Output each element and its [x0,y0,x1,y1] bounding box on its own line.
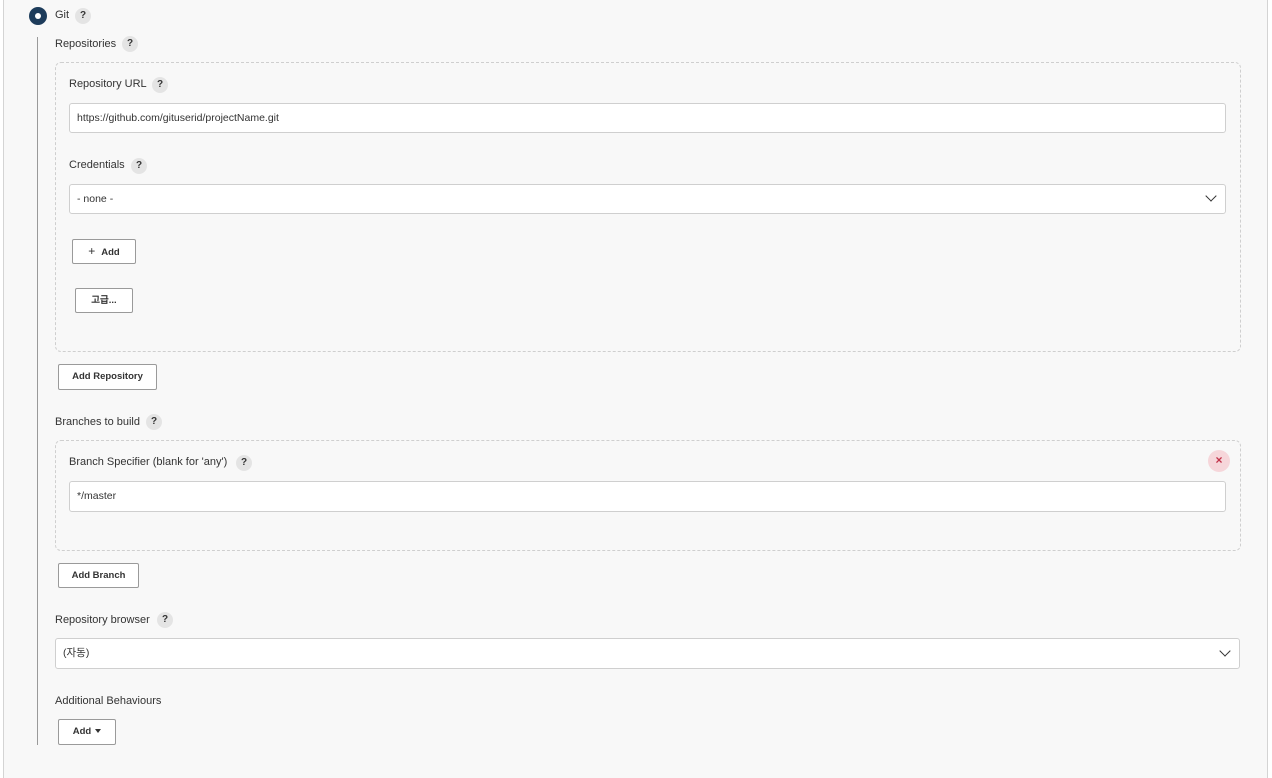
remove-branch-icon[interactable]: × [1208,450,1230,472]
advanced-button[interactable]: 고급... [75,288,133,313]
add-behaviour-label: Add [72,726,92,737]
branch-specifier-input[interactable]: */master [69,481,1226,512]
credentials-select[interactable]: - none - [69,184,1226,214]
repository-browser-help-icon[interactable]: ? [157,612,173,628]
plus-icon: + [88,244,96,258]
repository-browser-value: (자동) [63,647,90,659]
repository-browser-select[interactable]: (자동) [55,638,1240,669]
credentials-help-icon[interactable]: ? [131,158,147,174]
add-behaviour-button[interactable]: Add [58,719,116,745]
repository-url-label: Repository URL [69,78,147,90]
add-repository-button[interactable]: Add Repository [58,364,157,390]
additional-behaviours-label: Additional Behaviours [55,695,162,707]
credentials-select-value: - none - [77,193,114,205]
repositories-help-icon[interactable]: ? [122,36,138,52]
git-help-icon[interactable]: ? [75,8,91,24]
git-option-label: Git [55,9,70,21]
credentials-label: Credentials [69,159,125,171]
caret-down-icon [95,729,102,734]
add-branch-button[interactable]: Add Branch [58,563,139,588]
branch-specifier-help-icon[interactable]: ? [236,455,252,471]
repository-browser-label: Repository browser [55,614,150,626]
chevron-down-icon [1219,645,1231,657]
repository-url-input[interactable]: https://github.com/gituserid/projectName… [69,103,1226,133]
repositories-label: Repositories [55,38,117,50]
branches-help-icon[interactable]: ? [146,414,162,430]
add-credentials-button[interactable]: + Add [72,239,136,264]
chevron-down-icon [1205,190,1217,202]
repository-url-help-icon[interactable]: ? [152,77,168,93]
branches-label: Branches to build [55,416,140,428]
section-indent-line [37,37,38,745]
git-radio-button[interactable] [29,7,47,25]
add-credentials-label: Add [101,247,120,258]
branch-specifier-label: Branch Specifier (blank for 'any') [69,456,228,468]
